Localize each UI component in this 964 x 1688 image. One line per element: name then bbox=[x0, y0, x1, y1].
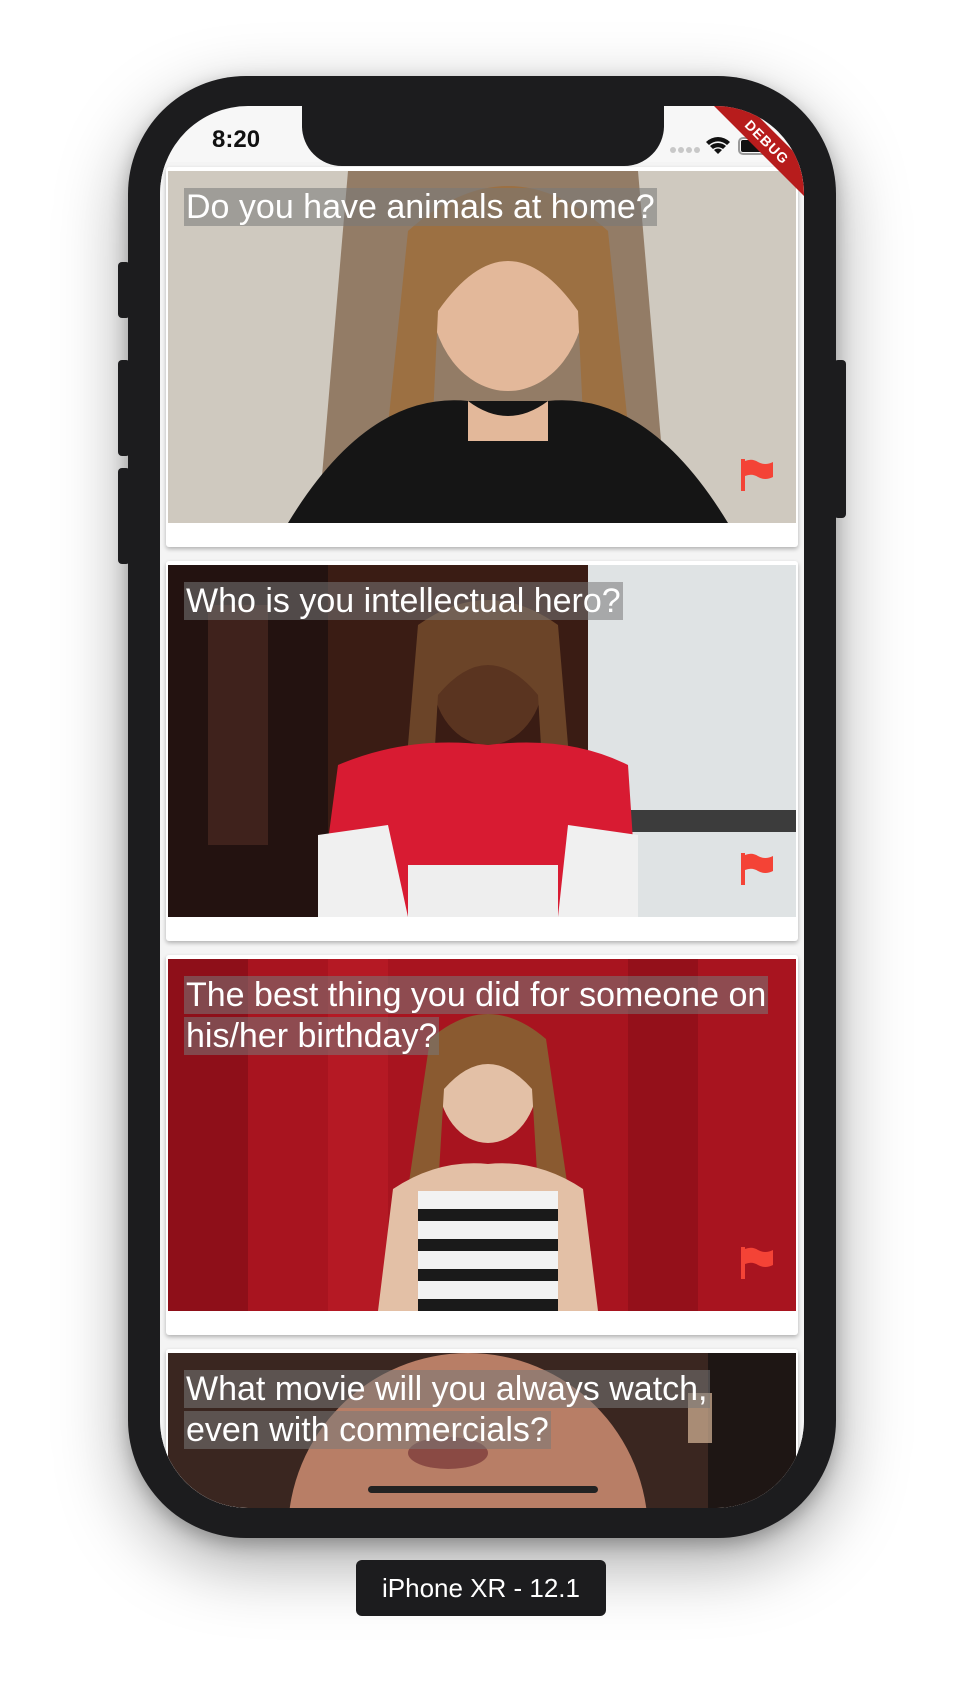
question-card[interactable]: Do you have animals at home? bbox=[166, 167, 798, 547]
flag-icon[interactable] bbox=[740, 459, 774, 491]
question-text: Who is you intellectual hero? bbox=[184, 582, 623, 620]
question-text: Do you have animals at home? bbox=[184, 188, 657, 226]
signal-icon bbox=[670, 147, 700, 153]
question-card[interactable]: The best thing you did for someone on hi… bbox=[166, 955, 798, 1335]
volume-down-button bbox=[118, 468, 130, 564]
question-text: What movie will you always watch, even w… bbox=[184, 1370, 710, 1449]
device-label: iPhone XR - 12.1 bbox=[356, 1560, 606, 1616]
question-card[interactable]: Who is you intellectual hero? bbox=[166, 561, 798, 941]
question-feed[interactable]: Do you have animals at home? Who is you … bbox=[160, 162, 804, 1508]
mute-switch bbox=[118, 262, 130, 318]
video-thumbnail[interactable]: Who is you intellectual hero? bbox=[168, 565, 796, 917]
home-indicator[interactable] bbox=[368, 1486, 598, 1493]
video-thumbnail[interactable]: What movie will you always watch, even w… bbox=[168, 1353, 796, 1508]
wifi-icon bbox=[706, 137, 730, 154]
status-time: 8:20 bbox=[212, 126, 261, 153]
notch bbox=[302, 106, 664, 166]
volume-up-button bbox=[118, 360, 130, 456]
simulator-stage: 8:20 DEBUG Do you have animals at home? … bbox=[0, 0, 964, 1688]
flag-icon[interactable] bbox=[740, 1247, 774, 1279]
question-text: The best thing you did for someone on hi… bbox=[184, 976, 769, 1055]
phone-screen: 8:20 DEBUG Do you have animals at home? … bbox=[160, 106, 804, 1508]
video-thumbnail[interactable]: The best thing you did for someone on hi… bbox=[168, 959, 796, 1311]
video-thumbnail[interactable]: Do you have animals at home? bbox=[168, 171, 796, 523]
flag-icon[interactable] bbox=[740, 853, 774, 885]
question-card[interactable]: What movie will you always watch, even w… bbox=[166, 1349, 798, 1508]
power-button bbox=[834, 360, 846, 518]
